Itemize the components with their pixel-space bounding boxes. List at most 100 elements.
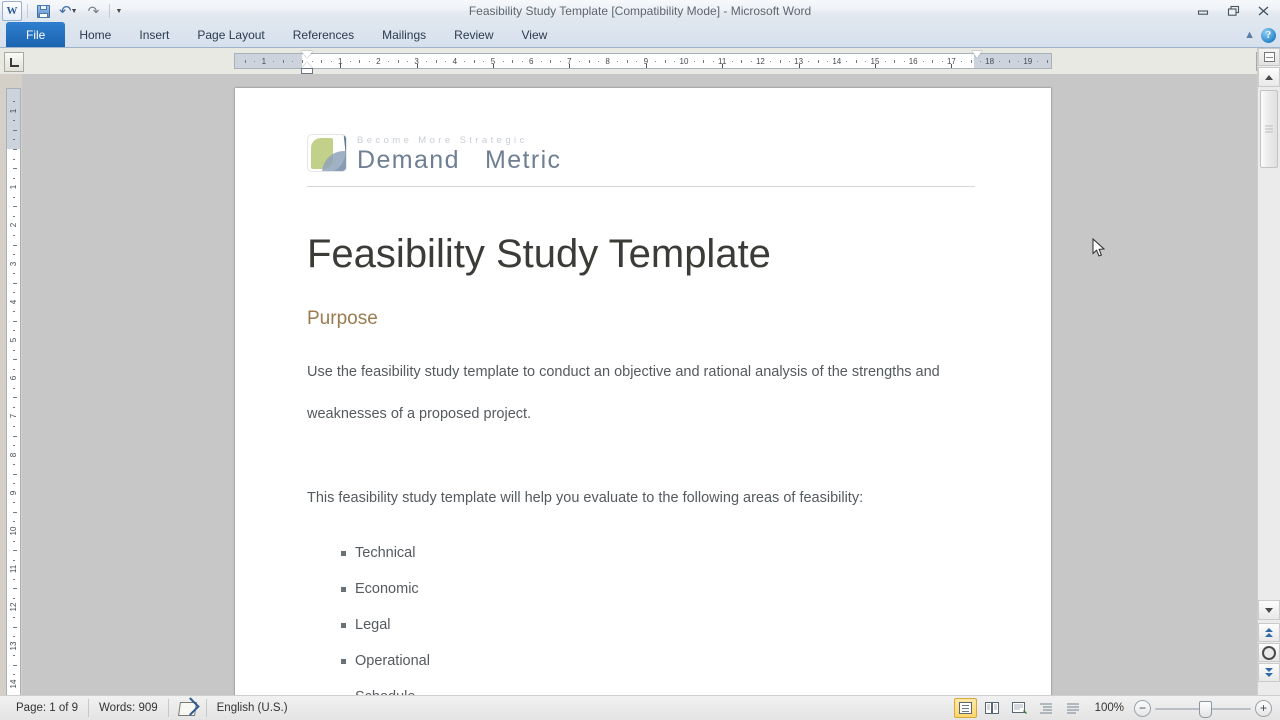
minimize-button[interactable] xyxy=(1188,1,1218,21)
split-window-button[interactable] xyxy=(1258,48,1280,66)
ruler-tick xyxy=(13,359,17,361)
status-proofing-status[interactable] xyxy=(169,697,207,717)
ruler-tick xyxy=(817,60,819,63)
ruler-tick xyxy=(13,120,15,122)
document-page[interactable]: Become More Strategic Demand Metric Feas… xyxy=(235,88,1051,696)
right-indent-marker[interactable] xyxy=(972,51,982,58)
status-word-count[interactable]: Words: 909 xyxy=(89,699,169,717)
ruler-number: 19 xyxy=(1023,57,1033,66)
ruler-tab-stop[interactable] xyxy=(875,64,876,68)
ruler-number: 16 xyxy=(908,57,918,66)
help-icon[interactable]: ? xyxy=(1261,27,1276,43)
close-button[interactable] xyxy=(1248,1,1278,21)
ruler-tab-stop[interactable] xyxy=(951,64,953,68)
ruler-tab-stop[interactable] xyxy=(798,64,800,68)
paragraph-purpose: Use the feasibility study template to co… xyxy=(307,364,940,422)
ruler-number: 3 xyxy=(8,261,18,266)
status-language[interactable]: English (U.S.) xyxy=(207,699,298,717)
ruler-tick xyxy=(13,206,17,208)
vertical-scrollbar[interactable] xyxy=(1257,48,1280,696)
first-line-indent-marker[interactable] xyxy=(301,51,313,58)
ruler-tick xyxy=(13,664,17,666)
next-page-button[interactable] xyxy=(1258,663,1280,682)
document-canvas[interactable]: Become More Strategic Demand Metric Feas… xyxy=(22,74,1258,696)
undo-button[interactable]: ↶ ▼ xyxy=(56,2,81,21)
zoom-level-label[interactable]: 100% xyxy=(1089,702,1130,714)
company-logo: Become More Strategic Demand Metric xyxy=(307,134,979,174)
arrow-up-icon xyxy=(1265,74,1273,80)
ruler-tick xyxy=(655,61,657,62)
ruler-tick xyxy=(13,550,17,552)
select-browse-object-button[interactable] xyxy=(1258,643,1280,662)
tab-insert[interactable]: Insert xyxy=(125,22,183,48)
tab-view[interactable]: View xyxy=(508,22,562,48)
tab-mailings[interactable]: Mailings xyxy=(368,22,440,48)
title-bar: W ↶ ▼ ↷ ▼ Feasibility Study Template [Co… xyxy=(0,0,1280,23)
page-content: Become More Strategic Demand Metric Feas… xyxy=(307,134,979,696)
ruler-tick xyxy=(1037,61,1039,62)
scrollbar-thumb[interactable] xyxy=(1260,90,1278,168)
ruler-tick xyxy=(703,60,705,63)
horizontal-ruler[interactable]: 1 1 2 3 4 5 6 7 8 9 10 11 12 13 14 15 16 17 18 19 xyxy=(234,53,1052,69)
zoom-out-button[interactable]: − xyxy=(1134,699,1151,717)
scroll-down-button[interactable] xyxy=(1258,600,1280,620)
ruler-tick xyxy=(884,61,886,62)
view-web-layout-button[interactable] xyxy=(1008,698,1031,718)
scroll-up-button[interactable] xyxy=(1258,67,1280,87)
qat-divider xyxy=(27,4,28,18)
ruler-tick xyxy=(502,61,504,62)
ruler-tick xyxy=(445,61,447,62)
ruler-tick xyxy=(407,61,409,62)
status-right-group: 100% − + xyxy=(953,696,1280,720)
ruler-tick xyxy=(731,61,733,62)
ruler-tick xyxy=(750,61,752,62)
ruler-tick xyxy=(578,61,580,62)
ruler-tick xyxy=(779,60,781,63)
ruler-tick xyxy=(808,61,810,62)
save-button[interactable] xyxy=(33,2,53,21)
redo-button[interactable]: ↷ xyxy=(84,2,104,21)
ruler-tab-stop[interactable] xyxy=(493,64,494,68)
list-item: Schedule xyxy=(307,679,979,696)
save-icon xyxy=(36,4,50,18)
ruler-tab-stop[interactable] xyxy=(340,64,342,68)
word-application-window: W ↶ ▼ ↷ ▼ Feasibility Study Template [Co… xyxy=(0,0,1280,720)
chevron-up-icon[interactable]: ▲ xyxy=(1244,29,1255,41)
view-outline-button[interactable] xyxy=(1035,698,1058,718)
zoom-in-button[interactable]: + xyxy=(1255,699,1272,717)
draft-icon xyxy=(1066,703,1079,714)
ruler-number: 9 xyxy=(8,490,18,496)
view-full-screen-reading-button[interactable] xyxy=(981,698,1004,718)
zoom-slider[interactable] xyxy=(1155,700,1251,718)
view-draft-button[interactable] xyxy=(1062,698,1085,718)
ruler-tick xyxy=(13,578,15,580)
ruler-number: 14 xyxy=(8,679,18,689)
word-app-icon[interactable]: W xyxy=(2,1,22,21)
ruler-tick xyxy=(960,61,962,62)
ruler-tab-stop[interactable] xyxy=(722,64,724,68)
list-item: Operational xyxy=(307,643,979,679)
tab-file[interactable]: File xyxy=(6,22,66,48)
tab-page-layout[interactable]: Page Layout xyxy=(183,22,278,48)
ruler-tick xyxy=(13,674,15,676)
ruler-tick xyxy=(769,61,771,62)
previous-page-button[interactable] xyxy=(1258,623,1280,642)
ruler-tick xyxy=(13,502,15,504)
status-page-indicator[interactable]: Page: 1 of 9 xyxy=(6,699,90,717)
tab-review[interactable]: Review xyxy=(440,22,507,48)
zoom-slider-thumb[interactable] xyxy=(1199,700,1212,718)
vertical-ruler: 1 1 2 3 4 5 6 7 8 9 10 11 12 13 14 xyxy=(6,88,21,696)
tab-references[interactable]: References xyxy=(279,22,368,48)
ruler-tick xyxy=(13,254,15,256)
tab-stop-selector[interactable] xyxy=(4,52,24,72)
restore-button[interactable] xyxy=(1218,1,1248,21)
tab-home[interactable]: Home xyxy=(65,22,125,48)
customize-quick-access-toolbar-button[interactable]: ▼ xyxy=(115,2,126,21)
bullet-icon xyxy=(341,587,346,592)
ruler-tab-stop[interactable] xyxy=(416,64,418,68)
ruler-tab-stop[interactable] xyxy=(569,64,571,68)
paragraph-areas-intro: This feasibility study template will hel… xyxy=(307,490,864,506)
view-print-layout-button[interactable] xyxy=(953,698,977,718)
ruler-tab-stop[interactable] xyxy=(645,64,647,68)
ruler-tick xyxy=(626,60,628,63)
